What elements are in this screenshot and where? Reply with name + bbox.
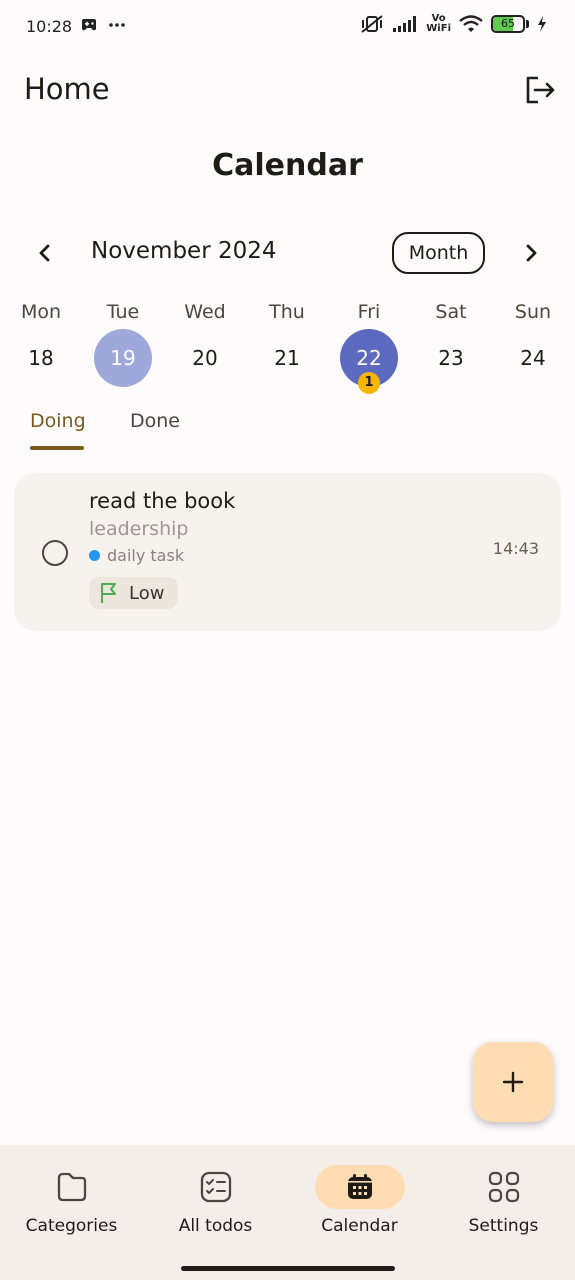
next-month-button[interactable] bbox=[516, 238, 546, 268]
month-label: November 2024 bbox=[91, 238, 277, 264]
calendar-icon bbox=[347, 1174, 372, 1199]
todo-item[interactable]: read the book leadership daily task 14:4… bbox=[14, 473, 561, 631]
todo-category-label: daily task bbox=[107, 546, 185, 565]
tab-doing[interactable]: Doing bbox=[30, 410, 86, 432]
todo-category: daily task bbox=[89, 546, 184, 565]
nav-label: Categories bbox=[25, 1216, 118, 1236]
nav-settings[interactable]: Settings bbox=[432, 1163, 575, 1243]
folder-icon bbox=[57, 1172, 86, 1202]
app-title: Home bbox=[24, 72, 110, 106]
weekday-label: Thu bbox=[269, 301, 305, 323]
chevron-left-icon bbox=[39, 244, 50, 262]
logout-button[interactable] bbox=[522, 74, 558, 106]
nav-label: Settings bbox=[468, 1216, 539, 1236]
todo-description: leadership bbox=[89, 518, 189, 540]
active-tab-indicator bbox=[30, 446, 84, 450]
priority-label: Low bbox=[129, 582, 165, 604]
bottom-navigation: Categories All todos Calendar Settings bbox=[0, 1145, 575, 1280]
previous-month-button[interactable] bbox=[30, 238, 60, 268]
calendar-day[interactable]: 21 bbox=[252, 345, 322, 371]
calendar-day-selected[interactable]: 19 bbox=[88, 345, 158, 371]
nav-all-todos[interactable]: All todos bbox=[144, 1163, 287, 1243]
calendar-day-today[interactable]: 22 bbox=[334, 345, 404, 371]
event-count-badge: 1 bbox=[358, 372, 380, 394]
charging-bolt-icon bbox=[538, 16, 546, 32]
calendar-day[interactable]: 24 bbox=[498, 345, 568, 371]
game-controller-icon bbox=[82, 19, 96, 31]
page-heading: Calendar bbox=[212, 148, 363, 183]
weekday-label: Tue bbox=[106, 301, 140, 323]
add-todo-button[interactable] bbox=[473, 1042, 553, 1122]
flag-icon bbox=[101, 583, 116, 603]
battery-indicator: 65 bbox=[491, 15, 529, 33]
status-left-icons bbox=[80, 17, 126, 33]
weekday-label: Wed bbox=[184, 301, 226, 323]
calendar-day[interactable]: 23 bbox=[416, 345, 486, 371]
status-time: 10:28 bbox=[26, 17, 73, 36]
nav-calendar[interactable]: Calendar bbox=[288, 1163, 431, 1243]
logout-icon bbox=[526, 76, 555, 104]
todo-title: read the book bbox=[89, 489, 236, 513]
weekday-label: Sun bbox=[514, 301, 552, 323]
calendar-day[interactable]: 20 bbox=[170, 345, 240, 371]
weekday-label: Fri bbox=[357, 301, 381, 323]
calendar-format-button[interactable]: Month bbox=[392, 232, 485, 274]
vibrate-off-icon bbox=[361, 15, 383, 33]
priority-chip: Low bbox=[89, 577, 179, 609]
tab-done[interactable]: Done bbox=[130, 410, 180, 432]
battery-level: 65 bbox=[501, 17, 515, 30]
weekday-label: Sat bbox=[435, 301, 467, 323]
signal-icon bbox=[393, 16, 417, 32]
chevron-right-icon bbox=[526, 244, 537, 262]
more-dots-icon bbox=[109, 23, 125, 27]
vowifi-indicator: Vo WiFi bbox=[426, 13, 451, 34]
todo-time: 14:43 bbox=[492, 539, 539, 558]
plus-icon bbox=[502, 1071, 524, 1093]
weekday-label: Mon bbox=[20, 301, 62, 323]
checklist-icon bbox=[200, 1171, 231, 1203]
nav-categories[interactable]: Categories bbox=[0, 1163, 143, 1243]
active-nav-indicator bbox=[314, 1165, 405, 1209]
wifi-icon bbox=[459, 15, 483, 32]
home-indicator[interactable] bbox=[181, 1266, 395, 1271]
calendar-day[interactable]: 18 bbox=[6, 345, 76, 371]
nav-label: Calendar bbox=[321, 1216, 398, 1236]
todo-complete-checkbox[interactable] bbox=[42, 540, 68, 566]
nav-label: All todos bbox=[178, 1216, 253, 1236]
status-right-icons: Vo WiFi 65 bbox=[360, 14, 547, 34]
category-color-dot bbox=[89, 550, 100, 561]
grid-icon bbox=[488, 1171, 519, 1203]
status-bar: 10:28 Vo WiFi 65 bbox=[0, 0, 575, 56]
